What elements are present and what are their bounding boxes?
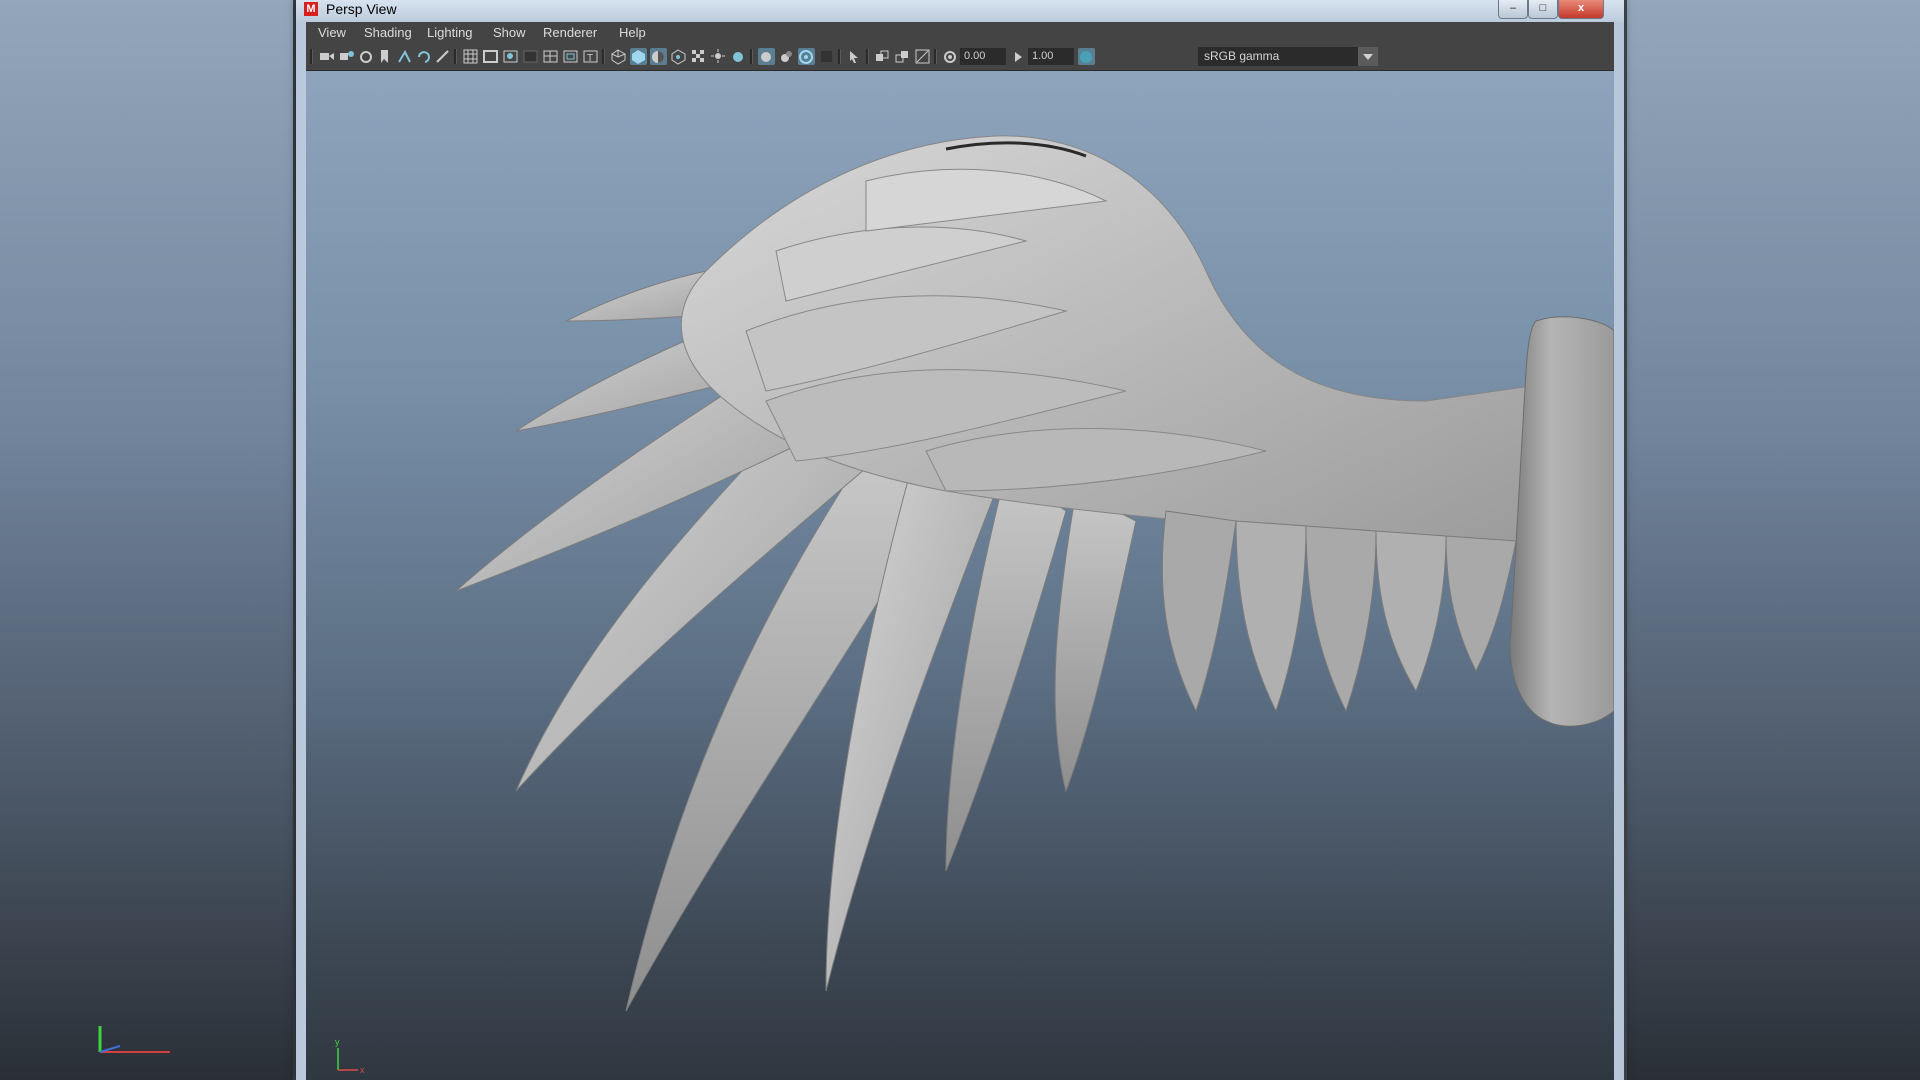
menu-shading[interactable]: Shading [364, 25, 412, 40]
menu-lighting[interactable]: Lighting [427, 25, 473, 40]
axis-x-label: x [360, 1065, 365, 1075]
shadows-icon[interactable] [758, 48, 775, 65]
wireframe-icon[interactable] [610, 48, 627, 65]
film-gate-icon[interactable] [482, 48, 499, 65]
panel-client-area: View Shading Lighting Show Renderer Help… [306, 22, 1614, 1080]
toolbar-separator [310, 49, 313, 64]
left-background-viewport [0, 0, 296, 1080]
window-title: Persp View [326, 1, 397, 17]
ao-icon[interactable] [874, 48, 891, 65]
rotate-icon[interactable] [416, 48, 433, 65]
all-lights-icon[interactable] [730, 48, 747, 65]
gamma-icon[interactable] [1010, 48, 1027, 65]
toolbar-separator [602, 49, 605, 64]
exposure-field[interactable]: 0.00 [960, 48, 1006, 65]
close-button[interactable]: x [1558, 0, 1604, 19]
menu-show[interactable]: Show [493, 25, 526, 40]
gate-mask-icon[interactable] [522, 48, 539, 65]
textured-icon[interactable] [670, 48, 687, 65]
safe-action-icon[interactable] [562, 48, 579, 65]
toolbar-separator [866, 49, 869, 64]
motion-blur-icon[interactable] [894, 48, 911, 65]
checker-icon[interactable] [690, 48, 707, 65]
aa-icon[interactable] [914, 48, 931, 65]
axis-y-label: y [335, 1037, 340, 1047]
right-background-viewport [1624, 0, 1920, 1080]
grid-icon[interactable] [462, 48, 479, 65]
chevron-down-icon[interactable] [1358, 47, 1378, 66]
svg-text:T: T [587, 53, 593, 64]
toolbar-separator [934, 49, 937, 64]
persp-viewport[interactable]: y x [306, 71, 1614, 1080]
menu-renderer[interactable]: Renderer [543, 25, 597, 40]
view-axis-gizmo: y x [335, 1037, 365, 1075]
camera-icon[interactable] [318, 48, 335, 65]
background-axis-gizmo [98, 1026, 170, 1053]
panel-toolbar: T 0.00 1.00 sRGB gamma [306, 44, 1614, 71]
menu-view[interactable]: View [318, 25, 346, 40]
wireframe-on-shaded-icon[interactable] [650, 48, 667, 65]
image-plane-icon[interactable] [376, 48, 393, 65]
gamma-field[interactable]: 1.00 [1028, 48, 1074, 65]
bookmark-icon[interactable] [358, 48, 375, 65]
isolate-icon[interactable] [778, 48, 795, 65]
select-icon[interactable] [846, 48, 863, 65]
maya-app-icon: M [304, 2, 318, 16]
field-chart-icon[interactable] [542, 48, 559, 65]
menu-help[interactable]: Help [619, 25, 646, 40]
paint-icon[interactable] [434, 48, 451, 65]
toolbar-separator [750, 49, 753, 64]
maximize-button[interactable]: □ [1528, 0, 1558, 19]
camera-attr-icon[interactable] [338, 48, 355, 65]
xray-icon[interactable] [798, 48, 815, 65]
default-light-icon[interactable] [710, 48, 727, 65]
color-space-select[interactable]: sRGB gamma [1198, 47, 1358, 66]
grid-snap-icon[interactable] [396, 48, 413, 65]
color-mgmt-icon[interactable] [1078, 48, 1095, 65]
xray-joints-icon[interactable] [818, 48, 835, 65]
smooth-shade-icon[interactable] [630, 48, 647, 65]
minimize-button[interactable]: – [1498, 0, 1528, 19]
wing-model [455, 135, 1614, 1012]
toolbar-separator [454, 49, 457, 64]
exposure-icon[interactable] [942, 48, 959, 65]
resolution-gate-icon[interactable] [502, 48, 519, 65]
right-viewport-border [1624, 0, 1627, 1080]
panel-menubar: View Shading Lighting Show Renderer Help [306, 22, 1614, 44]
window-titlebar[interactable]: M Persp View – □ x [296, 0, 1624, 22]
safe-title-icon[interactable]: T [582, 48, 599, 65]
persp-view-window: M Persp View – □ x View Shading Lighting… [296, 0, 1624, 1080]
toolbar-separator [838, 49, 841, 64]
